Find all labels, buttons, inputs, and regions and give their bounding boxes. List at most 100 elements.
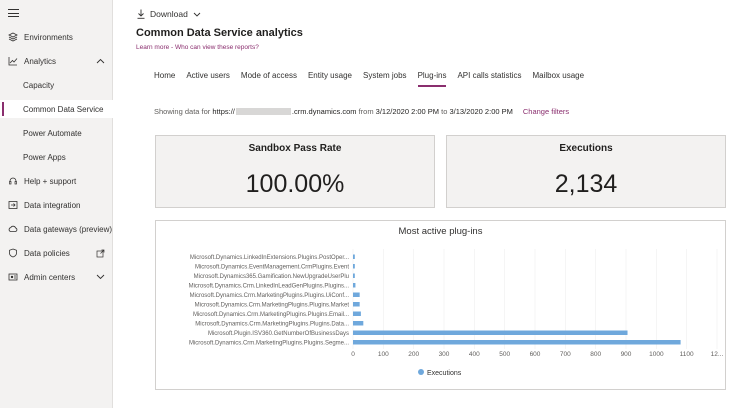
bar <box>353 330 628 335</box>
download-icon <box>137 9 145 19</box>
category-label: Microsoft.Dynamics.Crm.LinkedInLeadGenPl… <box>189 283 350 289</box>
sidebar-item-help-support[interactable]: Help + support <box>0 172 113 190</box>
chevron-down-icon[interactable] <box>95 274 105 280</box>
admin-icon <box>8 272 18 282</box>
sidebar-item-common-data-service[interactable]: Common Data Service <box>0 100 113 118</box>
x-tick-label: 500 <box>499 351 510 358</box>
to-label: to <box>439 107 450 116</box>
data-range-info: Showing data for https:// .crm.dynamics.… <box>154 107 569 116</box>
sidebar-item-label: Capacity <box>23 80 55 90</box>
x-tick-label: 800 <box>590 351 601 358</box>
category-label: Microsoft.Dynamics365.Gamification.NewUp… <box>194 274 349 280</box>
x-tick-label: 0 <box>351 351 355 358</box>
shield-icon <box>8 248 18 258</box>
category-label: Microsoft.Dynamics.Crm.MarketingPlugins.… <box>195 321 349 327</box>
sidebar-item-label: Power Apps <box>23 152 66 162</box>
bar <box>353 302 360 307</box>
download-label: Download <box>150 9 188 19</box>
download-button[interactable]: Download <box>137 7 201 21</box>
sidebar-item-label: Data policies <box>24 248 70 258</box>
tab-home[interactable]: Home <box>154 71 175 87</box>
environment-url-end: .crm.dynamics.com <box>291 107 357 116</box>
sidebar-item-admin-centers[interactable]: Admin centers <box>0 268 113 286</box>
category-label: Microsoft.Dynamics.LinkedInExtensions.Pl… <box>190 255 349 261</box>
x-tick-label: 300 <box>439 351 450 358</box>
x-tick-label: 1100 <box>680 351 694 358</box>
to-date: 3/13/2020 2:00 PM <box>449 107 513 116</box>
tab-active-users[interactable]: Active users <box>186 71 230 87</box>
legend-label: Executions <box>427 370 462 377</box>
tab-system-jobs[interactable]: System jobs <box>363 71 407 87</box>
executions-card: Executions 2,134 <box>446 135 726 208</box>
info-prefix: Showing data for <box>154 107 213 116</box>
sidebar-item-label: Analytics <box>24 56 57 66</box>
sandbox-pass-rate-card: Sandbox Pass Rate 100.00% <box>155 135 435 208</box>
sidebar-item-label: Admin centers <box>24 272 76 282</box>
bar <box>353 264 355 269</box>
card-title: Executions <box>559 143 613 154</box>
chart-line-icon <box>8 56 18 66</box>
sidebar-item-analytics[interactable]: Analytics <box>0 52 113 70</box>
x-tick-label: 1000 <box>649 351 664 358</box>
external-link-icon[interactable] <box>95 249 105 258</box>
change-filters-link[interactable]: Change filters <box>523 107 569 116</box>
sidebar-item-label: Environments <box>24 32 73 42</box>
sidebar-item-capacity[interactable]: Capacity <box>0 76 113 94</box>
bar <box>353 292 360 297</box>
cloud-upload-icon <box>8 224 18 234</box>
tab-api-calls-statistics[interactable]: API calls statistics <box>457 71 521 87</box>
data-integration-icon <box>8 200 18 210</box>
bar <box>353 283 356 288</box>
card-title: Sandbox Pass Rate <box>248 143 342 154</box>
category-label: Microsoft.Dynamics.Crm.MarketingPlugins.… <box>193 312 349 318</box>
chevron-down-icon <box>193 12 201 17</box>
sidebar-item-power-automate[interactable]: Power Automate <box>0 124 113 142</box>
environment-url-start: https:// <box>212 107 235 116</box>
x-tick-label: 700 <box>560 351 571 358</box>
learn-more-link[interactable]: Learn more - Who can view these reports? <box>136 44 259 51</box>
card-value: 2,134 <box>554 170 618 198</box>
tab-plug-ins[interactable]: Plug-ins <box>417 71 447 87</box>
tab-mailbox-usage[interactable]: Mailbox usage <box>532 71 584 87</box>
sidebar: Environments Analytics Capacity Common D… <box>0 0 113 408</box>
from-date: 3/12/2020 2:00 PM <box>375 107 440 116</box>
tab-entity-usage[interactable]: Entity usage <box>308 71 352 87</box>
bar <box>353 273 355 278</box>
sidebar-item-data-integration[interactable]: Data integration <box>0 196 113 214</box>
hamburger-menu-icon[interactable] <box>8 9 19 17</box>
tab-mode-of-access[interactable]: Mode of access <box>241 71 297 87</box>
x-tick-label: 900 <box>621 351 632 358</box>
headset-icon <box>8 176 18 186</box>
bar <box>353 254 355 259</box>
from-label: from <box>356 107 376 116</box>
card-value: 100.00% <box>245 170 345 198</box>
x-tick-label: 200 <box>408 351 419 358</box>
legend-marker <box>418 369 424 375</box>
sidebar-item-environments[interactable]: Environments <box>0 28 113 46</box>
category-label: Microsoft.Dynamics.Crm.MarketingPlugins.… <box>195 302 350 308</box>
redacted-environment-name <box>235 108 291 115</box>
x-tick-label: 600 <box>530 351 541 358</box>
sidebar-item-data-policies[interactable]: Data policies <box>0 244 113 262</box>
sidebar-item-data-gateways[interactable]: Data gateways (preview) <box>0 220 113 238</box>
category-label: Microsoft.Dynamics.Crm.MarketingPlugins.… <box>190 293 350 299</box>
report-tabs: Home Active users Mode of access Entity … <box>154 71 595 87</box>
page-title: Common Data Service analytics <box>136 27 303 39</box>
sidebar-item-label: Common Data Service <box>23 104 104 114</box>
bar <box>353 311 361 316</box>
category-label: Microsoft.Dynamics.EventManagement.CrmPl… <box>195 264 349 270</box>
category-label: Microsoft.Plugin.ISV360.GetNumberOfBusin… <box>208 331 349 337</box>
x-tick-label: 400 <box>469 351 480 358</box>
x-tick-label: 100 <box>378 351 389 358</box>
chevron-up-icon[interactable] <box>95 58 105 64</box>
bar-chart: Microsoft.Dynamics.LinkedInExtensions.Pl… <box>189 249 724 377</box>
sidebar-item-label: Data gateways (preview) <box>24 224 113 234</box>
x-tick-label: 12... <box>711 351 724 358</box>
sidebar-item-label: Help + support <box>24 176 77 186</box>
layers-icon <box>8 32 18 42</box>
bar <box>353 340 681 345</box>
active-indicator <box>2 102 4 116</box>
most-active-plugins-chart: Most active plug-ins Microsoft.Dynamics.… <box>155 220 726 390</box>
sidebar-item-power-apps[interactable]: Power Apps <box>0 148 113 166</box>
bar <box>353 321 364 326</box>
